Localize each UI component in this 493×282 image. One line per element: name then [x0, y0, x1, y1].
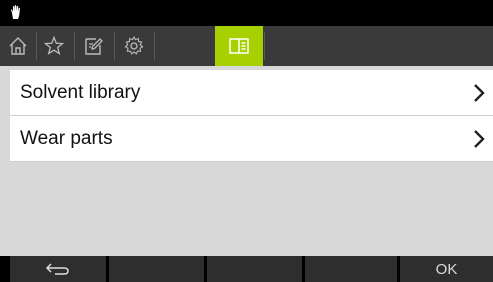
menu-list: Solvent library Wear parts — [0, 66, 493, 256]
softkey-4[interactable] — [305, 256, 397, 282]
hand-icon — [11, 5, 20, 20]
tab-divider — [114, 32, 115, 60]
tab-divider — [264, 32, 265, 60]
ok-button[interactable]: OK — [400, 256, 493, 282]
tab-divider — [154, 32, 155, 60]
list-item-label: Solvent library — [20, 81, 141, 103]
edit-icon — [85, 38, 103, 55]
chevron-right-icon — [465, 116, 493, 162]
tab-divider — [36, 32, 37, 60]
tab-favorites[interactable] — [38, 26, 70, 66]
tab-edit[interactable] — [78, 26, 110, 66]
tab-library[interactable] — [215, 26, 263, 66]
tab-home[interactable] — [2, 26, 34, 66]
softkey-2[interactable] — [109, 256, 204, 282]
tab-divider — [74, 32, 75, 60]
list-item[interactable]: Wear parts — [10, 116, 493, 162]
gear-icon — [124, 35, 144, 55]
list-item[interactable]: Solvent library — [10, 70, 493, 116]
softkey-bar: OK — [0, 256, 493, 282]
tab-settings[interactable] — [118, 26, 150, 66]
book-icon — [229, 38, 249, 54]
back-button[interactable] — [10, 256, 106, 282]
chevron-right-icon — [465, 70, 493, 116]
status-bar — [0, 0, 493, 26]
back-arrow-icon — [45, 263, 69, 275]
ok-button-label: OK — [435, 260, 458, 278]
tab-bar — [0, 26, 493, 66]
softkey-3[interactable] — [207, 256, 302, 282]
star-icon — [43, 35, 65, 56]
home-icon — [9, 37, 27, 55]
list-item-label: Wear parts — [20, 127, 113, 149]
